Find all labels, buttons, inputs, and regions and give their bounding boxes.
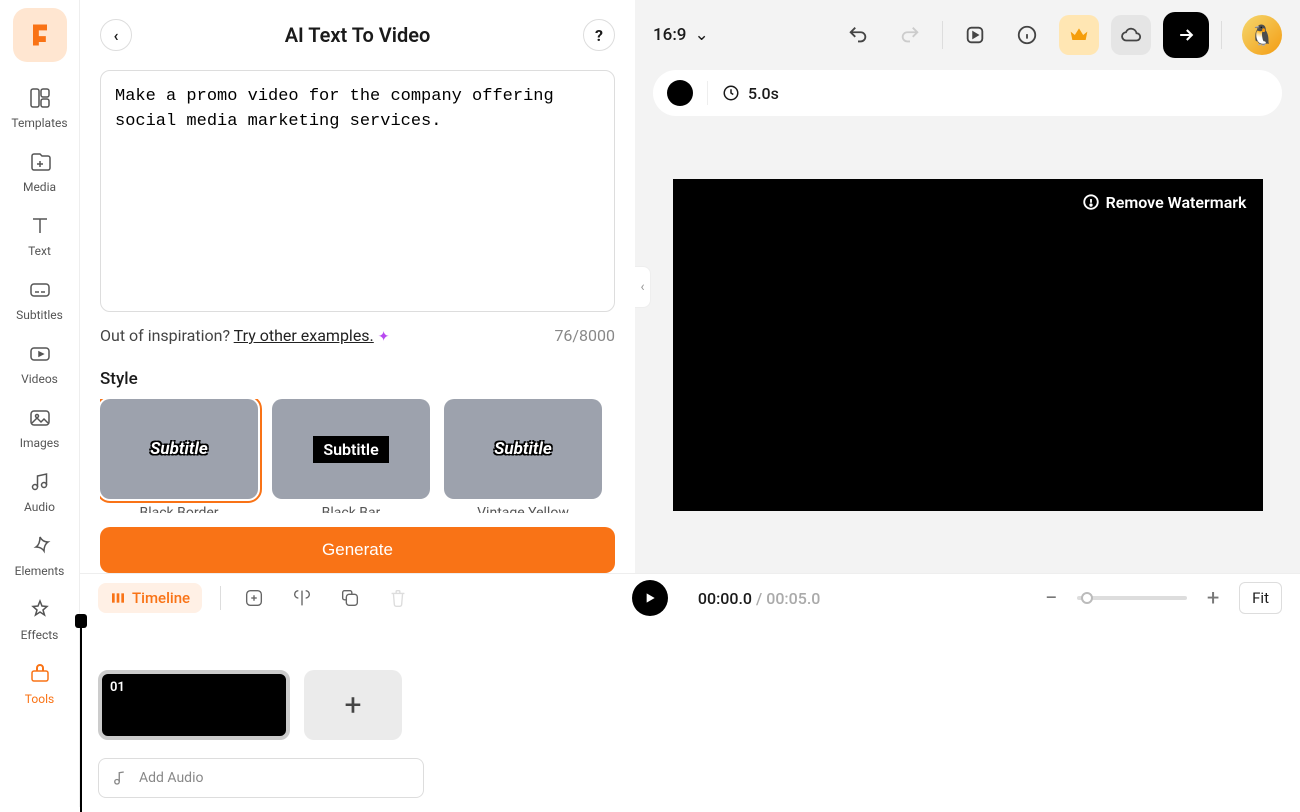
sidebar-item-label: Elements [15,564,65,578]
fit-button[interactable]: Fit [1239,582,1282,614]
timeline-section: Timeline 00:00.0 / 00:05.0 − + Fit 01 + [80,573,1300,812]
sidebar-item-effects[interactable]: Effects [0,586,79,650]
sidebar-item-label: Images [20,436,60,450]
prompt-input[interactable] [100,70,615,312]
sidebar-item-templates[interactable]: Templates [0,74,79,138]
audio-icon [26,468,54,496]
try-examples-link[interactable]: Try other examples. [234,326,374,345]
music-note-icon [111,769,129,787]
timeline-toolbar: Timeline 00:00.0 / 00:05.0 − + Fit [80,574,1300,622]
text-icon [26,212,54,240]
sidebar-item-audio[interactable]: Audio [0,458,79,522]
video-canvas[interactable]: Remove Watermark [673,179,1263,511]
timecode: 00:00.0 / 00:05.0 [698,589,820,608]
sidebar-item-label: Tools [25,692,54,706]
elements-icon [26,532,54,560]
generate-button[interactable]: Generate [100,527,615,573]
sparkle-icon: ✦ [378,329,390,345]
help-button[interactable]: ? [583,19,615,51]
info-icon [1082,193,1100,211]
playhead[interactable] [80,622,82,812]
play-button[interactable] [632,580,668,616]
undo-button[interactable] [838,15,878,55]
preview-button[interactable] [955,15,995,55]
char-counter: 76/8000 [554,326,615,345]
sidebar-item-text[interactable]: Text [0,202,79,266]
sidebar-item-videos[interactable]: Videos [0,330,79,394]
subtitles-icon [26,276,54,304]
split-button[interactable] [287,583,317,613]
sidebar-item-label: Videos [21,372,58,386]
styles-row: Subtitle Black Border Subtitle Black Bar… [100,399,615,513]
clock-icon [722,84,740,102]
timeline-icon [110,590,126,606]
upgrade-button[interactable] [1059,15,1099,55]
cloud-save-button[interactable] [1111,15,1151,55]
add-audio-button[interactable]: Add Audio [98,758,424,798]
sidebar-item-label: Templates [11,116,67,130]
timeline-tab[interactable]: Timeline [98,583,202,613]
duplicate-button[interactable] [335,583,365,613]
app-logo[interactable] [13,8,67,62]
sidebar-item-elements[interactable]: Elements [0,522,79,586]
sidebar-item-media[interactable]: Media [0,138,79,202]
style-option-vintage-yellow[interactable]: Subtitle [444,399,602,499]
info-button[interactable] [1007,15,1047,55]
style-option-black-border[interactable]: Subtitle [100,399,258,499]
sidebar-item-label: Effects [21,628,59,642]
panel-title: AI Text To Video [285,23,431,47]
sidebar-item-label: Text [28,244,51,258]
inspiration-text: Out of inspiration? Try other examples.✦ [100,326,390,345]
scene-thumbnail[interactable] [667,80,693,106]
tools-icon [26,660,54,688]
zoom-slider[interactable] [1077,596,1187,600]
sidebar-item-tools[interactable]: Tools [0,650,79,714]
remove-watermark-button[interactable]: Remove Watermark [1082,193,1247,212]
sidebar: Templates Media Text Subtitles Videos Im… [0,0,80,807]
sidebar-item-label: Subtitles [16,308,63,322]
clip-01[interactable]: 01 [98,670,290,740]
top-toolbar: 16:9 ⌄ 🐧 [635,0,1300,70]
back-button[interactable]: ‹ [100,19,132,51]
timeline-body[interactable]: 01 + Add Audio [80,622,1300,812]
user-avatar[interactable]: 🐧 [1242,15,1282,55]
preview-panel: 16:9 ⌄ 🐧 5.0s [635,0,1300,573]
style-option-black-bar[interactable]: Subtitle [272,399,430,499]
zoom-in-button[interactable]: + [1201,586,1225,611]
scene-duration[interactable]: 5.0s [722,84,779,103]
text-to-video-panel: ‹ AI Text To Video ? Out of inspiration?… [80,0,635,573]
scene-bar: 5.0s [653,70,1282,116]
media-icon [26,148,54,176]
templates-icon [26,84,54,112]
effects-icon [26,596,54,624]
export-button[interactable] [1163,12,1209,58]
sidebar-item-label: Media [23,180,56,194]
style-name: Black Bar [322,505,381,513]
videos-icon [26,340,54,368]
delete-button[interactable] [383,583,413,613]
style-name: Vintage Yellow [477,505,569,513]
style-label: Style [100,369,615,389]
zoom-out-button[interactable]: − [1039,586,1063,611]
sidebar-item-label: Audio [24,500,55,514]
chevron-down-icon: ⌄ [694,25,708,45]
sidebar-item-subtitles[interactable]: Subtitles [0,266,79,330]
images-icon [26,404,54,432]
sidebar-item-images[interactable]: Images [0,394,79,458]
style-name: Black Border [139,505,218,513]
collapse-panel-button[interactable]: ‹ [635,266,651,308]
redo-button[interactable] [890,15,930,55]
add-clip-button[interactable]: + [304,670,402,740]
add-button[interactable] [239,583,269,613]
aspect-ratio-dropdown[interactable]: 16:9 ⌄ [653,25,709,45]
